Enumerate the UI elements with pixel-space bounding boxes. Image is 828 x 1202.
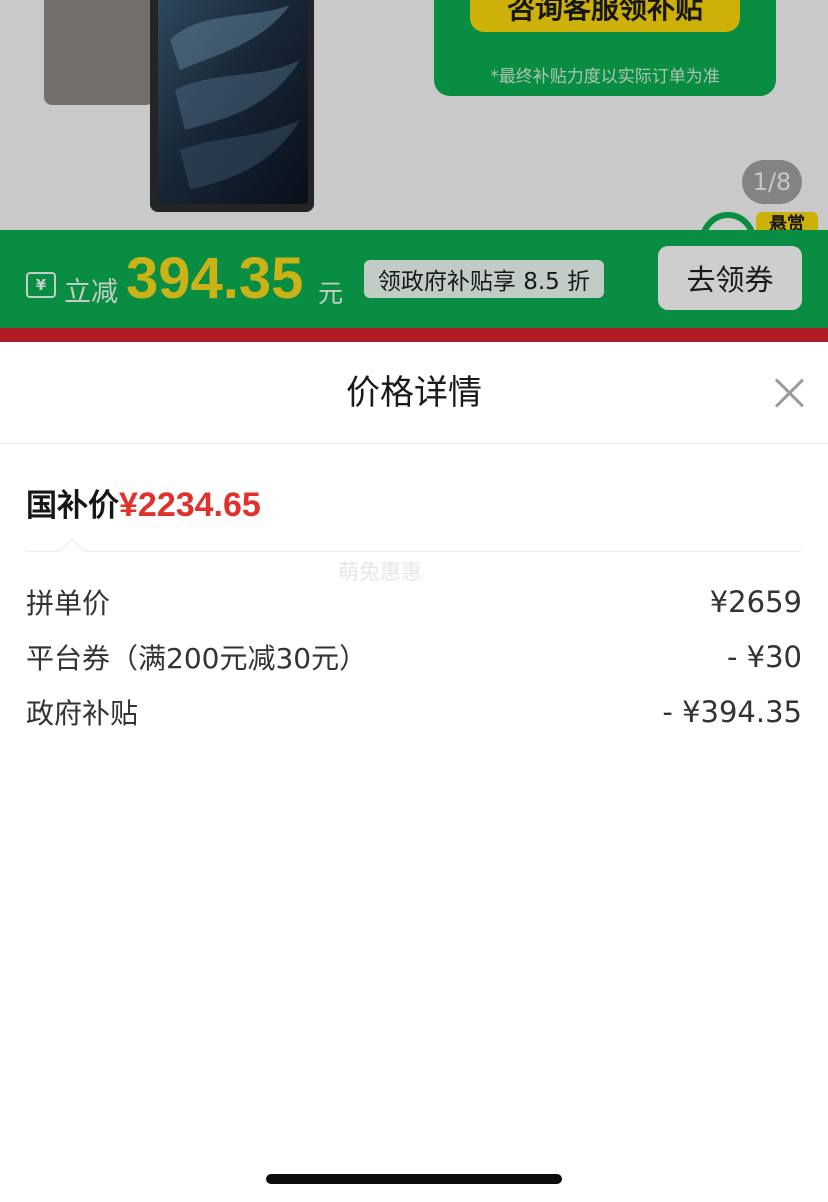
price-row-label: 拼单价 <box>26 587 111 620</box>
price-row-label: 平台券（满200元减30元） <box>26 642 368 675</box>
price-row-label: 政府补贴 <box>26 697 139 730</box>
price-detail-sheet: 价格详情 国补价 ¥2234.65 萌兔惠惠 拼单价 ¥2659 平台券（满20… <box>0 342 828 1202</box>
divider <box>26 551 802 552</box>
price-row-value: ¥2659 <box>709 585 802 619</box>
page: 咨询客服领补贴 *最终补贴力度以实际订单为准 1/8 悬赏 ¥ 立减 394.3… <box>0 0 828 1202</box>
price-row-group-price: 拼单价 ¥2659 <box>26 582 802 622</box>
sheet-header: 价格详情 <box>0 342 828 444</box>
product-page-background: 咨询客服领补贴 *最终补贴力度以实际订单为准 1/8 悬赏 ¥ 立减 394.3… <box>0 0 828 342</box>
price-row-platform-coupon: 平台券（满200元减30元） - ¥30 <box>26 637 802 677</box>
price-row-value: - ¥30 <box>726 640 802 674</box>
close-icon[interactable] <box>768 372 810 414</box>
divider-notch <box>59 538 85 564</box>
final-price-row: 国补价 ¥2234.65 <box>26 480 261 524</box>
price-row-value: - ¥394.35 <box>662 695 802 729</box>
final-price-value: ¥2234.65 <box>119 486 261 524</box>
dim-overlay[interactable] <box>0 0 828 342</box>
price-row-gov-subsidy: 政府补贴 - ¥394.35 <box>26 692 802 732</box>
home-indicator[interactable] <box>266 1174 562 1184</box>
sheet-title: 价格详情 <box>346 373 482 413</box>
final-price-label: 国补价 <box>26 488 119 524</box>
